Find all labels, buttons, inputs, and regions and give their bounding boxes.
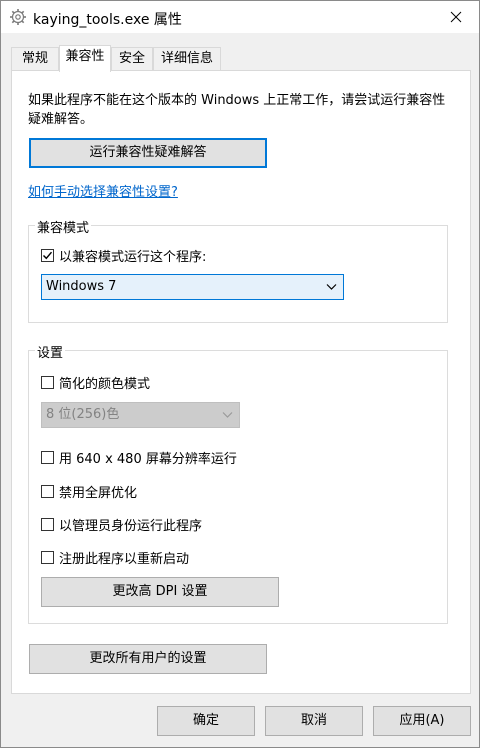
compat-mode-label: 以兼容模式运行这个程序: [59,250,207,265]
tab-details[interactable]: 详细信息 [153,47,221,71]
tab-strip: 常规 兼容性 安全 详细信息 [11,45,471,72]
disable-fullscreen-row[interactable]: 禁用全屏优化 [41,482,137,501]
tab-compatibility[interactable]: 兼容性 [59,45,111,72]
settings-title: 设置 [35,342,66,361]
run-as-admin-checkbox[interactable] [41,518,54,531]
low-res-row[interactable]: 用 640 x 480 屏幕分辨率运行 [41,448,237,467]
low-res-label: 用 640 x 480 屏幕分辨率运行 [59,452,237,467]
chevron-down-icon [222,412,233,418]
reduced-color-checkbox[interactable] [41,376,54,389]
checkmark-icon [43,251,53,260]
disable-fullscreen-label: 禁用全屏优化 [59,486,138,501]
run-as-admin-row[interactable]: 以管理员身份运行此程序 [41,515,202,534]
change-dpi-button[interactable]: 更改高 DPI 设置 [41,577,279,607]
tab-security[interactable]: 安全 [111,47,153,71]
properties-window: kaying_tools.exe 属性 常规 兼容性 安全 详细信息 如果此程序… [0,0,480,748]
close-icon [450,11,462,23]
close-button[interactable] [433,1,479,33]
manual-settings-link[interactable]: 如何手动选择兼容性设置? [28,181,178,200]
intro-text: 如果此程序不能在这个版本的 Windows 上正常工作，请尝试运行兼容性疑难解答… [28,93,446,127]
title-bar[interactable]: kaying_tools.exe 属性 [1,1,479,33]
register-restart-row[interactable]: 注册此程序以重新启动 [41,548,189,567]
reduced-color-label: 简化的颜色模式 [59,377,151,392]
color-mode-value: 8 位(256)色 [46,407,120,422]
low-res-checkbox[interactable] [41,451,54,464]
all-users-settings-button[interactable]: 更改所有用户的设置 [29,644,267,674]
register-restart-checkbox[interactable] [41,551,54,564]
gear-icon [10,9,26,25]
os-version-value: Windows 7 [46,279,117,294]
troubleshoot-button[interactable]: 运行兼容性疑难解答 [29,138,267,168]
run-as-admin-label: 以管理员身份运行此程序 [59,519,203,534]
reduced-color-row[interactable]: 简化的颜色模式 [41,373,150,392]
disable-fullscreen-checkbox[interactable] [41,485,54,498]
tab-general[interactable]: 常规 [11,47,59,71]
compat-mode-title: 兼容模式 [35,217,92,236]
cancel-button[interactable]: 取消 [265,706,363,736]
os-version-select[interactable]: Windows 7 [41,274,344,300]
chevron-down-icon [326,284,337,290]
compat-mode-row[interactable]: 以兼容模式运行这个程序: [41,246,206,265]
window-title: kaying_tools.exe 属性 [33,12,182,28]
ok-button[interactable]: 确定 [157,706,255,736]
apply-button[interactable]: 应用(A) [373,706,471,736]
compatibility-panel: 如果此程序不能在这个版本的 Windows 上正常工作，请尝试运行兼容性疑难解答… [11,70,471,694]
settings-group: 设置 简化的颜色模式 8 位(256)色 用 640 x 480 屏幕分辨率运行… [28,342,448,624]
compat-mode-group: 兼容模式 以兼容模式运行这个程序: Windows 7 [28,217,448,323]
color-mode-select: 8 位(256)色 [41,402,240,428]
compat-mode-checkbox[interactable] [41,249,54,262]
register-restart-label: 注册此程序以重新启动 [59,552,190,567]
